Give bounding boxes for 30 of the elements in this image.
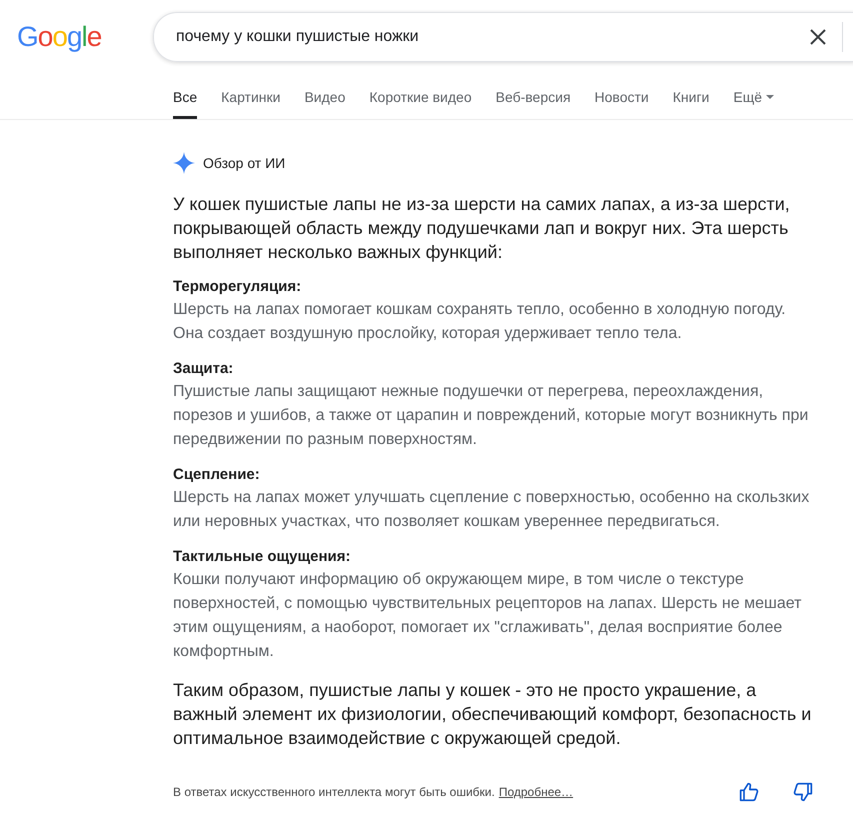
- section-text: Пушистые лапы защищают нежные подушечки от перегрева, переохлаждения, порезов и ушибов, а также от царапин и повреждений, которые могут возникнуть при передвижении по разным поверхностям.: [173, 382, 810, 450]
- section-text: Шерсть на лапах помогает кошкам сохранять тепло, особенно в холодную погоду. Она создает воздушную прослойку, которая удерживает тепло тела.: [173, 300, 787, 344]
- conclusion-paragraph: Таким образом, пушистые лапы у кошек - это не просто украшение, а важный элемент их физиологии, обеспечивающий комфорт, безопасность и оптимальное взаимодействие с окружающей средой.: [173, 679, 812, 750]
- tab[interactable]: Веб-версия: [496, 86, 571, 119]
- section-text: Шерсть на лапах может улучшать сцепление с поверхностью, особенно на скользких или неровных участках, что позволяет кошкам увереннее передвигаться.: [173, 488, 810, 532]
- thumbs-up-icon: [739, 782, 759, 802]
- section-heading: Сцепление:: [173, 465, 261, 485]
- section-heading: Защита:: [173, 359, 234, 379]
- tab[interactable]: Все: [173, 86, 198, 119]
- tab[interactable]: Видео: [304, 86, 346, 119]
- logo[interactable]: Google: [17, 21, 153, 53]
- thumbs-up-button[interactable]: [739, 782, 759, 802]
- overview-title: Обзор от ИИ: [203, 155, 286, 171]
- section-text: Кошки получают информацию об окружающем мире, в том числе о текстуре поверхностей, с помощью чувствительных рецепторов на лапах. Шерсть не мешает этим ощущениям, а наоборот, помогает их "сглаживать", делая восприятие более комфортным.: [173, 570, 802, 662]
- section-heading: Терморегуляция:: [173, 277, 302, 297]
- disclaimer-text: В ответах искусственного интеллекта могут быть ошибки.: [173, 785, 495, 799]
- tab[interactable]: Ещё: [733, 86, 774, 119]
- close-icon: [810, 29, 826, 45]
- tab[interactable]: Книги: [672, 86, 710, 119]
- tab[interactable]: Картинки: [221, 86, 280, 119]
- section-heading: Тактильные ощущения:: [173, 547, 352, 567]
- sparkle-icon: [173, 152, 195, 174]
- tab[interactable]: Новости: [594, 86, 649, 119]
- search-field[interactable]: почему у кошки пушистые ножки: [153, 12, 853, 62]
- intro-paragraph: У кошек пушистые лапы не из-за шерсти на самих лапах, а из-за шерсти, покрывающей область между подушечками лап и вокруг них. Эта шерсть выполняет несколько важных функций:: [173, 193, 791, 264]
- thumbs-down-icon: [793, 782, 813, 802]
- search-input[interactable]: почему у кошки пушистые ножки: [174, 27, 806, 47]
- tab[interactable]: Короткие видео: [369, 86, 472, 119]
- more-link[interactable]: Подробнее…: [498, 785, 574, 799]
- thumbs-down-button[interactable]: [793, 782, 813, 802]
